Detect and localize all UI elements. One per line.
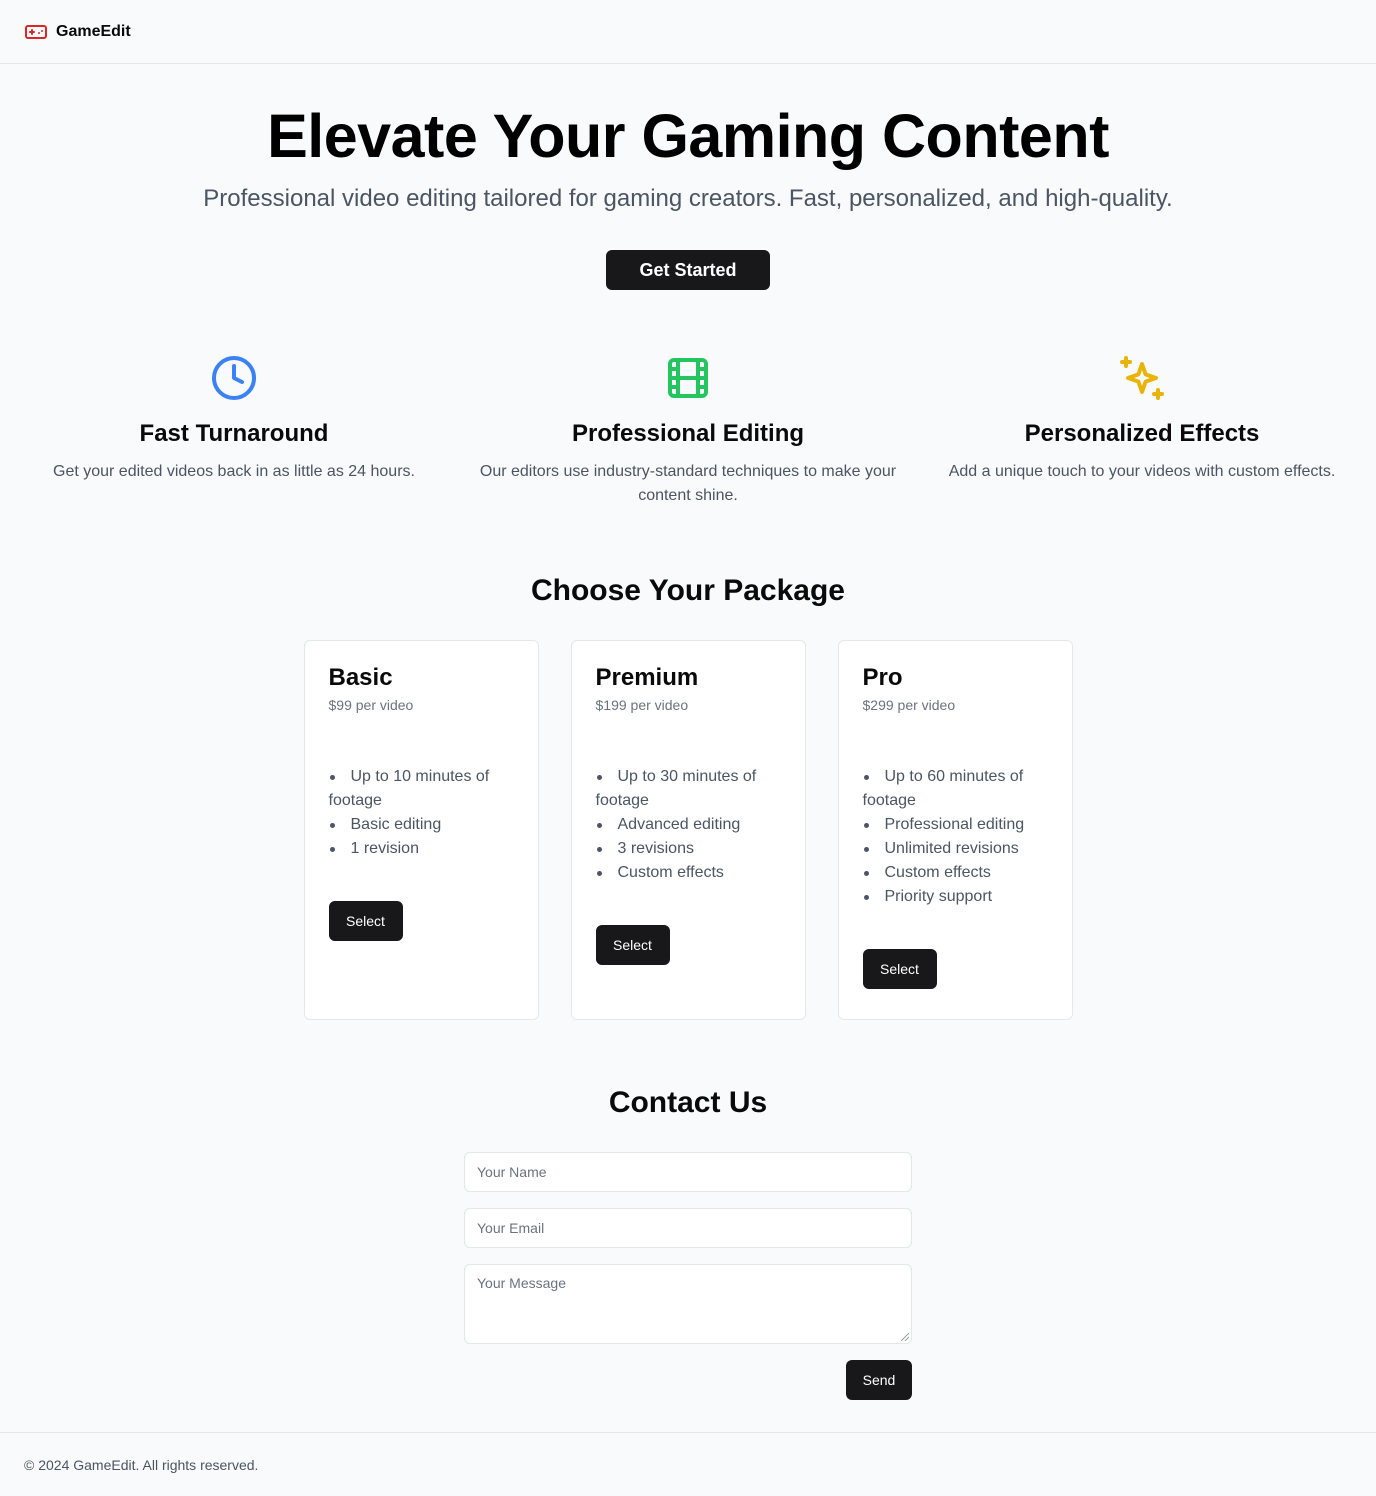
send-button[interactable]: Send [846,1360,912,1400]
contact-title: Contact Us [608,1086,768,1119]
feature-fast-turnaround: Fast Turnaround Get your edited videos b… [20,354,448,508]
package-card-basic: Basic $99 per video Up to 10 minutes of … [303,640,539,1020]
features-section: Fast Turnaround Get your edited videos b… [0,290,1376,508]
name-input[interactable]: Your Name [464,1152,912,1192]
package-name: Pro [862,664,903,691]
sparkles-icon [928,354,1356,402]
resize-handle[interactable] [901,1333,909,1341]
select-pro-button[interactable]: Select [862,949,937,989]
feature-description: Get your edited videos back in as little… [53,463,415,480]
packages-section: Basic $99 per video Up to 10 minutes of … [0,640,1376,1020]
feature-title: Professional Editing [571,420,805,447]
package-feature-item: 3 revisions [596,837,781,861]
copyright-text: © 2024 GameEdit. All rights reserved. [24,1456,259,1473]
package-feature-item: Professional editing [863,813,1048,837]
package-name: Basic [328,664,393,691]
hero-title: Elevate Your Gaming Content [267,102,1109,170]
brand-name: GameEdit [56,22,131,40]
site-header: GameEdit [0,0,1376,64]
brand[interactable]: GameEdit [24,20,131,44]
hero-subtitle: Professional video editing tailored for … [203,185,1173,212]
package-feature-item: 1 revision [329,837,514,861]
package-feature-item: Priority support [863,885,1048,909]
get-started-button[interactable]: Get Started [606,250,770,290]
hero-section: Elevate Your Gaming Content Professional… [0,64,1376,290]
package-price: $199 per video [595,697,689,713]
select-premium-button[interactable]: Select [595,925,670,965]
feature-description: Our editors use industry-standard techni… [479,463,897,504]
package-price: $99 per video [328,697,414,713]
message-textarea[interactable]: Your Message [464,1264,912,1344]
package-feature-item: Advanced editing [596,813,781,837]
email-input[interactable]: Your Email [464,1208,912,1248]
send-row: Send [464,1360,912,1400]
name-placeholder: Your Name [477,1164,547,1180]
packages-title: Choose Your Package [530,574,845,607]
feature-professional-editing: Professional Editing Our editors use ind… [474,354,902,508]
clock-icon [20,354,448,402]
select-basic-button[interactable]: Select [328,901,403,941]
feature-description: Add a unique touch to your videos with c… [948,463,1336,480]
package-feature-list: Up to 30 minutes of footage Advanced edi… [596,765,781,885]
package-feature-list: Up to 10 minutes of footage Basic editin… [329,765,514,861]
site-footer: © 2024 GameEdit. All rights reserved. [0,1432,1376,1496]
feature-personalized-effects: Personalized Effects Add a unique touch … [928,354,1356,508]
message-placeholder: Your Message [477,1275,566,1291]
package-feature-list: Up to 60 minutes of footage Professional… [863,765,1048,909]
package-feature-item: Up to 60 minutes of footage [863,765,1048,813]
feature-title: Personalized Effects [1024,420,1260,447]
package-feature-item: Unlimited revisions [863,837,1048,861]
feature-title: Fast Turnaround [139,420,329,447]
package-feature-item: Up to 10 minutes of footage [329,765,514,813]
package-feature-item: Up to 30 minutes of footage [596,765,781,813]
package-feature-item: Custom effects [596,861,781,885]
package-card-premium: Premium $199 per video Up to 30 minutes … [570,640,806,1020]
contact-form: Your Name Your Email Your Message Send [464,1152,912,1400]
film-icon [474,354,902,402]
package-feature-item: Custom effects [863,861,1048,885]
gamepad-icon [24,20,48,44]
package-name: Premium [595,664,699,691]
package-feature-item: Basic editing [329,813,514,837]
package-card-pro: Pro $299 per video Up to 60 minutes of f… [837,640,1073,1020]
email-placeholder: Your Email [477,1220,545,1236]
package-price: $299 per video [862,697,956,713]
